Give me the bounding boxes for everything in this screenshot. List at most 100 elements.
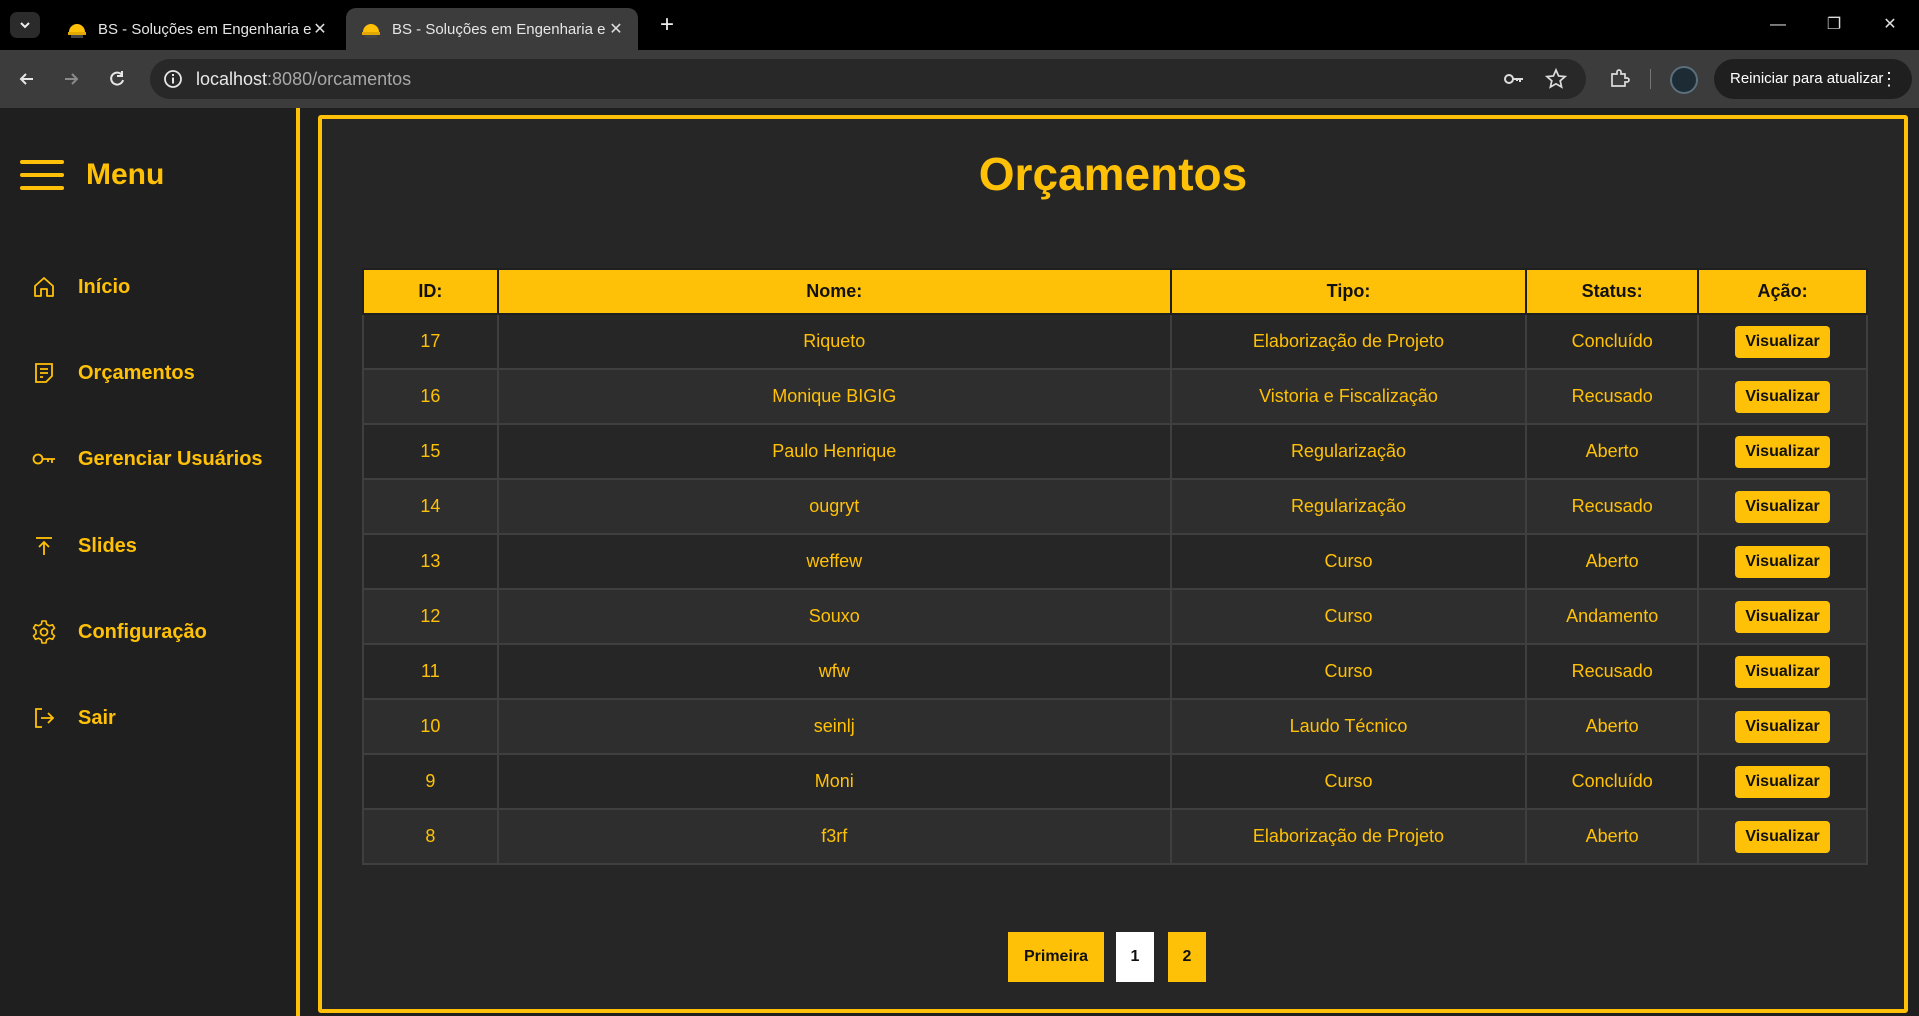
visualizar-button[interactable]: Visualizar — [1735, 710, 1830, 743]
more-vert-icon[interactable]: ⋮ — [1880, 59, 1898, 99]
sidebar-item-gerenciar-usuarios[interactable]: Gerenciar Usuários — [30, 439, 263, 479]
sidebar-item-inicio[interactable]: Início — [30, 267, 130, 307]
cell-id: 10 — [362, 698, 499, 755]
sidebar-item-label: Configuração — [78, 620, 207, 643]
cell-id: 14 — [362, 478, 499, 535]
bookmark-star-icon[interactable] — [1544, 67, 1568, 91]
pagination-page-1[interactable]: 1 — [1116, 932, 1154, 982]
cell-nome: Riqueto — [496, 313, 1172, 370]
table-row: 12 Souxo Curso Andamento Visualizar — [362, 588, 1868, 645]
page: Menu Início Orçamentos Gerenciar Usuário… — [0, 108, 1919, 1016]
main-panel: Orçamentos ID: Nome: Tipo: Status: Ação:… — [318, 115, 1908, 1013]
cell-id: 13 — [362, 533, 499, 590]
column-header-acao: Ação: — [1697, 268, 1868, 315]
visualizar-button[interactable]: Visualizar — [1735, 765, 1830, 798]
extensions-icon[interactable] — [1604, 64, 1634, 94]
visualizar-button[interactable]: Visualizar — [1735, 655, 1830, 688]
sidebar-item-slides[interactable]: Slides — [30, 526, 137, 566]
visualizar-button[interactable]: Visualizar — [1735, 380, 1830, 413]
column-header-status: Status: — [1525, 268, 1700, 315]
browser-tab[interactable]: BS - Soluções em Engenharia e ✕ — [52, 8, 342, 50]
cell-nome: Moni — [496, 753, 1172, 810]
arrow-right-icon — [65, 73, 79, 85]
cell-acao: Visualizar — [1697, 423, 1868, 480]
cell-tipo: Regularização — [1169, 478, 1528, 535]
logout-icon — [30, 704, 58, 732]
cell-acao: Visualizar — [1697, 808, 1868, 865]
cell-acao: Visualizar — [1697, 698, 1868, 755]
document-icon — [30, 359, 58, 387]
visualizar-button[interactable]: Visualizar — [1735, 600, 1830, 633]
column-header-tipo: Tipo: — [1169, 268, 1528, 315]
visualizar-button[interactable]: Visualizar — [1735, 545, 1830, 578]
cell-id: 15 — [362, 423, 499, 480]
tab-search-button[interactable] — [10, 12, 40, 38]
cell-id: 8 — [362, 808, 499, 865]
cell-acao: Visualizar — [1697, 533, 1868, 590]
cell-acao: Visualizar — [1697, 643, 1868, 700]
cell-tipo: Regularização — [1169, 423, 1528, 480]
column-header-nome: Nome: — [496, 268, 1172, 315]
table-header-row: ID: Nome: Tipo: Status: Ação: — [362, 268, 1868, 315]
cell-nome: Monique BIGIG — [496, 368, 1172, 425]
table-row: 15 Paulo Henrique Regularização Aberto V… — [362, 423, 1868, 480]
table-row: 17 Riqueto Elaborização de Projeto Concl… — [362, 313, 1868, 370]
cell-status: Aberto — [1525, 533, 1700, 590]
visualizar-button[interactable]: Visualizar — [1735, 820, 1830, 853]
cell-tipo: Vistoria e Fiscalização — [1169, 368, 1528, 425]
restart-to-update-button[interactable]: Reiniciar para atualizar ⋮ — [1714, 59, 1912, 99]
site-info-icon[interactable] — [162, 68, 184, 90]
visualizar-button[interactable]: Visualizar — [1735, 435, 1830, 468]
sidebar-item-label: Sair — [78, 706, 116, 729]
table-row: 11 wfw Curso Recusado Visualizar — [362, 643, 1868, 700]
page-title: Orçamentos — [978, 148, 1248, 200]
close-icon[interactable]: ✕ — [312, 19, 328, 39]
arrow-left-icon — [19, 73, 33, 85]
cell-acao: Visualizar — [1697, 478, 1868, 535]
sidebar-item-configuracao[interactable]: Configuração — [30, 612, 207, 652]
sidebar-item-label: Início — [78, 275, 131, 298]
browser-tab-active[interactable]: BS - Soluções em Engenharia e ✕ — [346, 8, 638, 50]
minimize-icon[interactable]: — — [1750, 10, 1806, 40]
sidebar-item-sair[interactable]: Sair — [30, 698, 116, 738]
reload-button[interactable] — [102, 64, 132, 94]
pagination-page-2[interactable]: 2 — [1168, 932, 1206, 982]
sidebar-item-orcamentos[interactable]: Orçamentos — [30, 353, 195, 393]
table-row: 16 Monique BIGIG Vistoria e Fiscalização… — [362, 368, 1868, 425]
table-row: 14 ougryt Regularização Recusado Visuali… — [362, 478, 1868, 535]
cell-acao: Visualizar — [1697, 588, 1868, 645]
cell-status: Aberto — [1525, 698, 1700, 755]
gear-icon — [30, 618, 58, 646]
cell-status: Aberto — [1525, 423, 1700, 480]
visualizar-button[interactable]: Visualizar — [1735, 490, 1830, 523]
restore-icon[interactable]: ❐ — [1806, 10, 1862, 40]
pagination-first-button[interactable]: Primeira — [1008, 932, 1104, 982]
browser-tab-bar: BS - Soluções em Engenharia e ✕ BS - Sol… — [0, 0, 1919, 50]
pagination: Primeira 1 2 — [1008, 932, 1208, 982]
key-icon — [30, 445, 58, 473]
sidebar-item-label: Orçamentos — [78, 361, 195, 384]
menu-header: Menu — [20, 158, 164, 192]
password-key-icon[interactable] — [1502, 67, 1526, 91]
visualizar-button[interactable]: Visualizar — [1735, 325, 1830, 358]
cell-id: 9 — [362, 753, 499, 810]
window-close-icon[interactable]: ✕ — [1862, 10, 1918, 40]
hamburger-icon[interactable] — [20, 160, 64, 190]
close-icon[interactable]: ✕ — [608, 19, 624, 39]
profile-avatar[interactable] — [1670, 66, 1698, 94]
cell-status: Recusado — [1525, 643, 1700, 700]
chevron-down-icon — [20, 22, 30, 29]
hard-hat-icon — [66, 18, 88, 40]
cell-acao: Visualizar — [1697, 368, 1868, 425]
forward-button[interactable] — [56, 64, 86, 94]
hard-hat-icon — [360, 18, 382, 40]
back-button[interactable] — [12, 64, 42, 94]
table-row: 10 seinlj Laudo Técnico Aberto Visualiza… — [362, 698, 1868, 755]
cell-acao: Visualizar — [1697, 753, 1868, 810]
cell-tipo: Curso — [1169, 643, 1528, 700]
cell-nome: ougryt — [496, 478, 1172, 535]
cell-id: 12 — [362, 588, 499, 645]
address-bar[interactable]: localhost:8080/orcamentos — [150, 59, 1586, 99]
new-tab-button[interactable]: + — [652, 10, 682, 40]
tab-title: BS - Soluções em Engenharia e — [392, 20, 606, 38]
